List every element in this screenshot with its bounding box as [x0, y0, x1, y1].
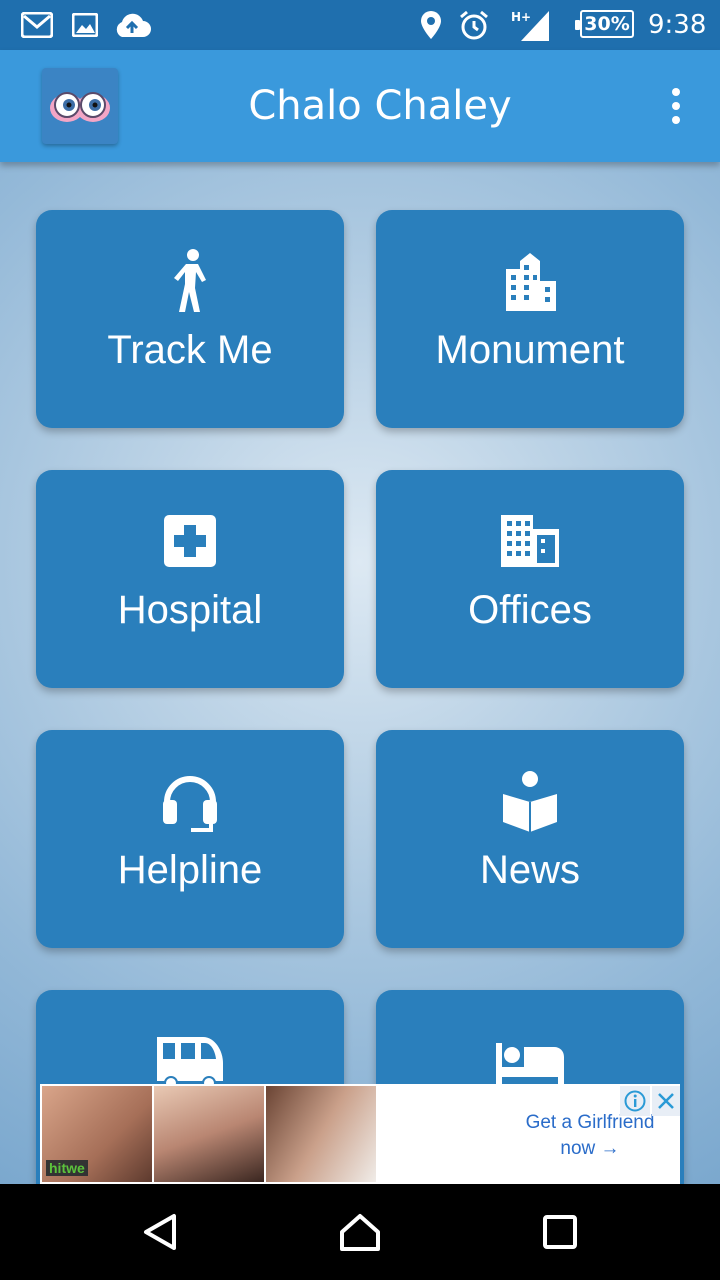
ad-close-icon[interactable]	[652, 1086, 680, 1116]
navigation-bar	[0, 1184, 720, 1280]
recents-icon[interactable]	[530, 1202, 590, 1262]
app-bar: Chalo Chaley	[0, 50, 720, 162]
ad-photo[interactable]	[154, 1086, 264, 1182]
hospital-cross-icon	[36, 508, 344, 574]
ad-text-line: now →	[560, 1138, 620, 1159]
app-title: Chalo Chaley	[248, 83, 512, 129]
tile-track-me[interactable]: Track Me	[36, 210, 344, 428]
tile-label: Monument	[435, 328, 625, 372]
tile-label: News	[479, 848, 581, 892]
ad-info-icon[interactable]	[620, 1086, 650, 1116]
tile-label: Track Me	[107, 328, 273, 372]
tile-label: Helpline	[117, 848, 263, 892]
office-building-icon	[376, 508, 684, 574]
gmail-icon	[20, 0, 54, 50]
city-building-icon	[376, 248, 684, 314]
ad-brand-logo: hitwe	[46, 1160, 88, 1176]
clock: 9:38	[648, 10, 707, 40]
svg-text:H+: H+	[511, 10, 531, 24]
ad-photo[interactable]	[266, 1086, 376, 1182]
tile-news[interactable]: News	[376, 730, 684, 948]
alarm-icon	[456, 0, 492, 50]
tile-hospital[interactable]: Hospital	[36, 470, 344, 688]
back-icon[interactable]	[130, 1202, 190, 1262]
gallery-icon	[70, 0, 100, 50]
signal-hplus-icon: H+	[506, 0, 552, 50]
tile-monument[interactable]: Monument	[376, 210, 684, 428]
battery-indicator: 30%	[575, 10, 634, 38]
tile-helpline[interactable]: Helpline	[36, 730, 344, 948]
reading-book-icon	[376, 768, 684, 834]
home-icon[interactable]	[330, 1202, 390, 1262]
tile-label: Offices	[468, 588, 592, 632]
overflow-menu-icon[interactable]	[656, 80, 696, 132]
tile-label: Hospital	[117, 588, 263, 632]
tile-offices[interactable]: Offices	[376, 470, 684, 688]
cloud-upload-icon	[112, 0, 152, 50]
ad-banner[interactable]: hitwe Get a Girlfriend now →	[40, 1084, 680, 1184]
walking-person-icon	[36, 248, 344, 314]
headset-icon	[36, 768, 344, 834]
app-logo[interactable]	[42, 68, 118, 144]
ad-link[interactable]: Get a Girlfriend now →	[510, 1110, 670, 1162]
location-icon	[416, 0, 446, 50]
tile-grid: Track Me Monument Hospital Offices Helpl…	[0, 162, 720, 1184]
status-bar: H+ 30% 9:38	[0, 0, 720, 50]
